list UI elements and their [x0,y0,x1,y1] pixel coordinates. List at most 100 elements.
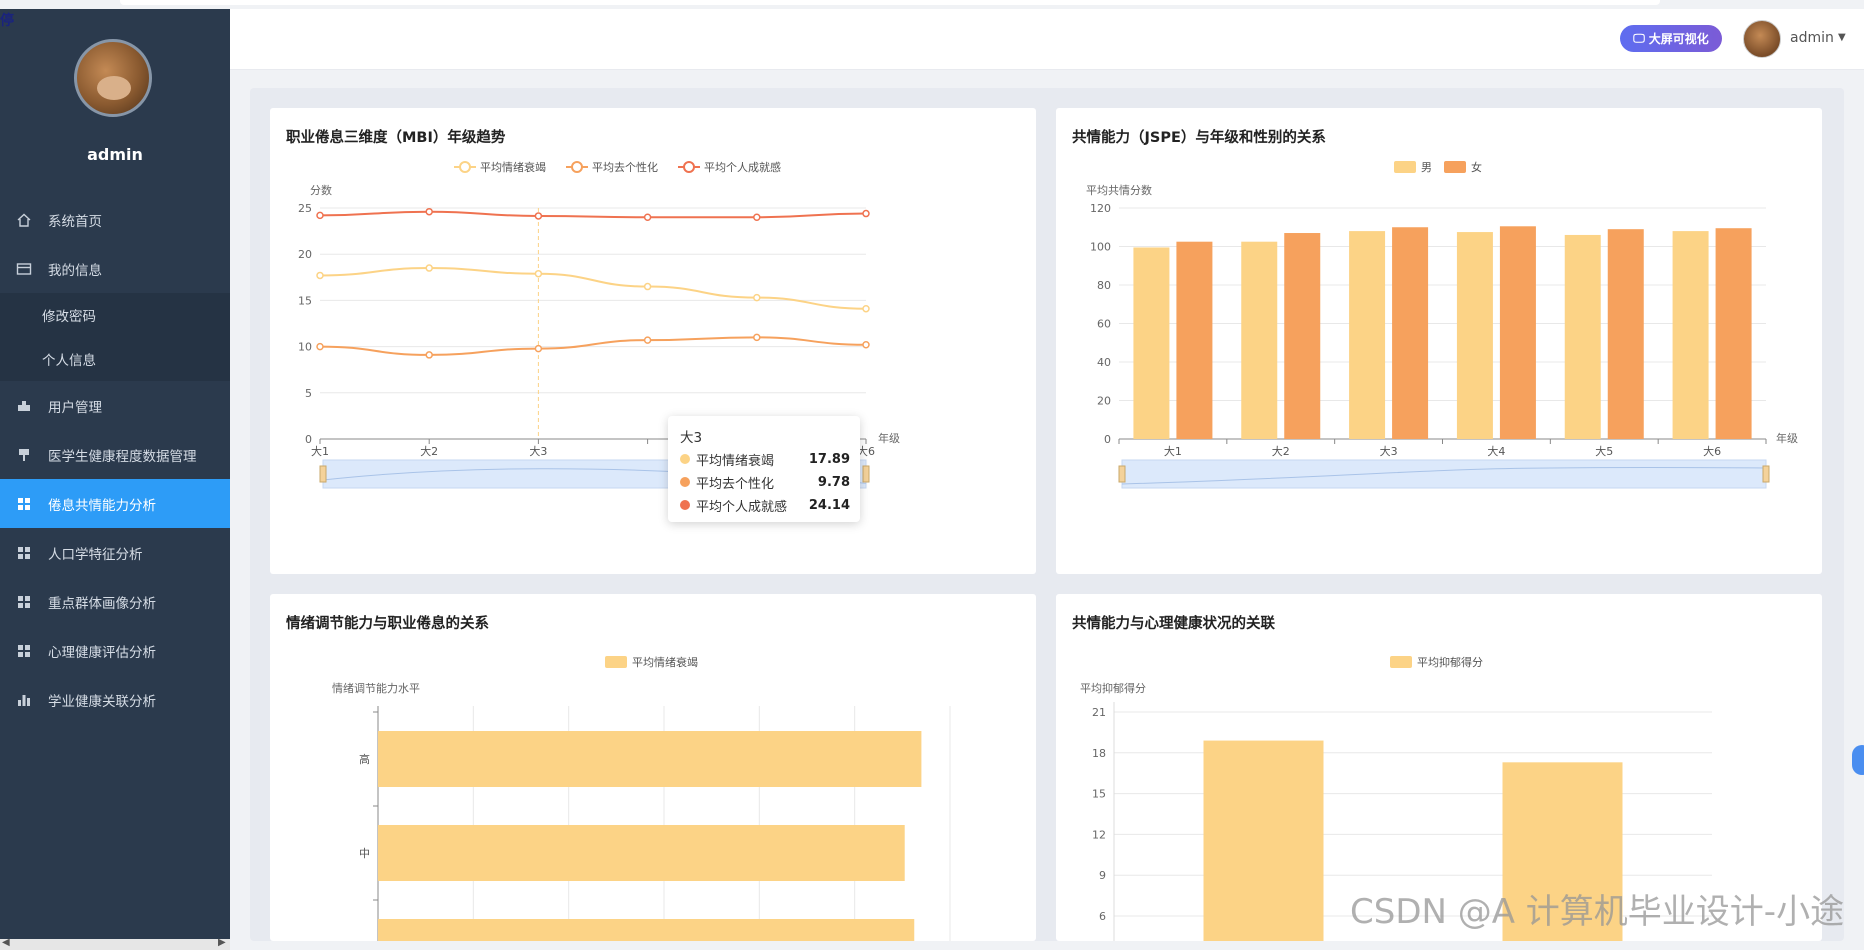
emotion-hbar-chart: 平均情绪衰竭情绪调节能力水平高中低 [332,655,951,941]
y-axis-title: 平均共情分数 [1086,184,1152,197]
tooltip-series-value: 24.14 [808,497,850,513]
data-point [643,336,652,344]
sidebar-item-label: 学业健康关联分析 [48,693,156,710]
main-content: 职业倦息三维度（MBI）年级趋势 平均情绪衰竭 平均去个性化 平均个人成就感 分数 年级… [250,88,1844,941]
avatar[interactable] [74,39,152,117]
sidebar-item-demographics[interactable]: 人口学特征分析 [0,528,230,577]
legend-label: 平均去个性化 [592,160,658,174]
jspe-bar-chart: 男 女平均共情分数年级 0 20 40 60 80 100 120 大1 大2 大3 大4 大5 大6 [1086,160,1798,489]
data-point [316,211,324,220]
sidebar-item-label: 修改密码 [42,309,96,325]
sidebar-item-label: 重点群体画像分析 [48,595,156,612]
y-tick-label: 18 [1092,747,1106,760]
sidebar-item-label: 人口学特征分析 [48,546,143,563]
bar [378,731,922,787]
y-tick-label: 15 [298,294,312,307]
series-line [319,267,867,310]
bar [1176,241,1213,439]
data-point [753,333,761,342]
sidebar-item-label: 用户管理 [48,399,102,416]
datazoom-handle-right [862,465,870,483]
scroll-right-arrow-icon[interactable]: ▶ [218,937,226,948]
y-tick-label: 10 [298,341,312,354]
sidebar-item-label: 我的信息 [48,262,102,279]
chart-card-jspe: 共情能力（JSPE）与年级和性别的关系 男女平均共情分数 年级 0 20 40 60 80 1… [1056,108,1822,574]
data-point [316,271,324,280]
bar [1672,231,1709,439]
series-dot-icon [680,477,690,487]
y-tick-label: 12 [1092,828,1106,841]
legend-label: 平均情绪衰竭 [632,655,698,669]
data-point [425,351,433,359]
tooltip-row: 平均去个性化 9.78 [680,471,850,493]
legend-swatch [1444,161,1466,173]
datazoom-handle-right [1762,465,1770,483]
bar [1564,234,1601,439]
data-manage-icon [16,447,32,463]
sidebar-item-user-manage[interactable]: 用户管理 [0,381,230,430]
tooltip-row: 平均个人成就感 24.14 [680,494,850,516]
data-point [534,344,543,353]
y-tick-label: 25 [298,202,312,215]
sidebar-item-personal-info[interactable]: 个人信息 [0,337,230,381]
bar [1607,229,1644,439]
legend-circle-marker [459,161,471,173]
caret-down-icon[interactable]: ▼ [1838,32,1846,43]
x-tick-label: 大6 [1703,444,1721,458]
header-username[interactable]: admin [1790,30,1834,46]
legend-label: 平均情绪衰竭 [480,160,546,174]
data-point [425,207,433,216]
legend-swatch [1394,161,1416,173]
sidebar-item-home[interactable]: 系统首页 [0,195,230,244]
scroll-left-arrow-icon[interactable]: ◀ [2,937,10,948]
sidebar-menu: 系统首页 我的信息 修改密码 个人信息 用户管理 医学生健康程度数据管理 倦息共… [0,195,230,724]
grid-icon [16,594,32,610]
bar [1349,231,1386,439]
datazoom-handle-left [1118,465,1126,483]
data-point [862,304,870,313]
x-axis-title: 年级 [878,431,900,445]
y-tick-label: 20 [298,248,312,261]
x-tick-label: 大2 [1272,444,1290,458]
header-avatar[interactable] [1743,20,1781,58]
series-line [319,210,867,219]
tooltip-series-name: 平均情绪衰竭 [696,453,775,469]
top-strip [0,0,1864,9]
bar [1392,227,1429,439]
y-tick-label: 60 [1097,318,1111,331]
sidebar-item-label: 心理健康评估分析 [48,644,156,661]
floating-help-button[interactable] [1852,745,1864,775]
data-point [643,213,652,221]
sidebar-item-data-manage[interactable]: 医学生健康程度数据管理 [0,430,230,479]
bigscreen-button[interactable]: 🖵 大屏可视化 [1620,25,1722,52]
y-axis-title: 情绪调节能力水平 [332,681,420,695]
legend-label: 平均个人成就感 [704,160,781,174]
tooltip-title: 大3 [680,430,703,446]
legend-label: 平均抑郁得分 [1417,655,1483,669]
sidebar-item-change-password[interactable]: 修改密码 [0,293,230,337]
y-tick-label: 120 [1090,202,1111,215]
legend-circle-marker [571,161,583,173]
sidebar-item-label: 医学生健康程度数据管理 [48,448,197,465]
sidebar-item-mental-health[interactable]: 心理健康评估分析 [0,626,230,675]
data-point [425,264,433,272]
top-strip-bar [120,0,1660,5]
x-tick-label: 大2 [420,444,438,458]
sidebar-item-academic[interactable]: 学业健康关联分析 [0,675,230,724]
avatar-face [97,76,131,100]
y-axis-title: 平均抑郁得分 [1080,681,1146,695]
sidebar-item-key-groups[interactable]: 重点群体画像分析 [0,577,230,626]
sidebar-item-my-info[interactable]: 我的信息 [0,244,230,293]
legend-circle-marker [683,161,695,173]
sidebar-item-burnout-empathy[interactable]: 倦息共情能力分析 [0,479,230,528]
tooltip-series-name: 平均去个性化 [696,476,775,492]
sidebar-username: admin [87,145,143,164]
y-axis-title: 分数 [310,184,332,197]
data-point [862,209,870,218]
x-tick-label: 大1 [311,444,329,458]
chart-tooltip: 大3 平均情绪衰竭 17.89 平均去个性化 9.78 平均个人成就感 24.14 [668,416,860,522]
legend-label: 男 [1421,161,1432,174]
chart-card-mbi: 职业倦息三维度（MBI）年级趋势 平均情绪衰竭 平均去个性化 平均个人成就感 分数 年级… [270,108,1036,574]
legend-label: 女 [1471,160,1482,174]
tooltip-row: 平均情绪衰竭 17.89 [680,448,850,470]
